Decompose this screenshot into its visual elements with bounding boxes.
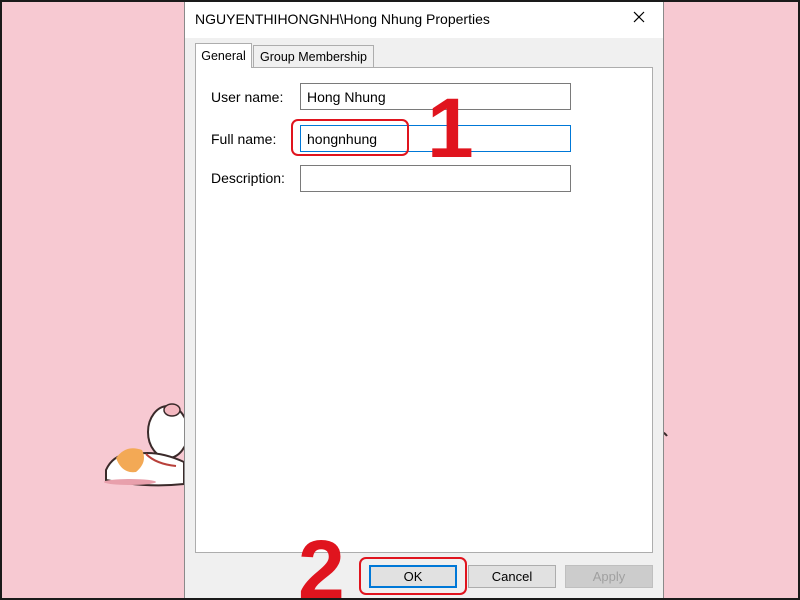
step-2-marker: 2: [298, 523, 345, 600]
cancel-button[interactable]: Cancel: [468, 565, 556, 588]
step-1-marker: 1: [427, 81, 474, 175]
description-label: Description:: [211, 170, 285, 186]
close-icon: [633, 10, 645, 28]
title-bar[interactable]: NGUYENTHIHONGNH\Hong Nhung Properties: [185, 0, 663, 38]
close-button[interactable]: [617, 4, 661, 34]
ok-button[interactable]: OK: [369, 565, 457, 588]
apply-button[interactable]: Apply: [565, 565, 653, 588]
general-tab-panel: User name: Full name: Description:: [195, 67, 653, 553]
tab-general[interactable]: General: [195, 43, 252, 68]
tab-group-membership[interactable]: Group Membership: [253, 45, 374, 67]
username-label: User name:: [211, 89, 284, 105]
wallpaper-dog-illustration: [96, 392, 196, 492]
fullname-label: Full name:: [211, 131, 277, 147]
window-title: NGUYENTHIHONGNH\Hong Nhung Properties: [195, 11, 490, 27]
properties-dialog: NGUYENTHIHONGNH\Hong Nhung Properties Ge…: [184, 0, 664, 600]
